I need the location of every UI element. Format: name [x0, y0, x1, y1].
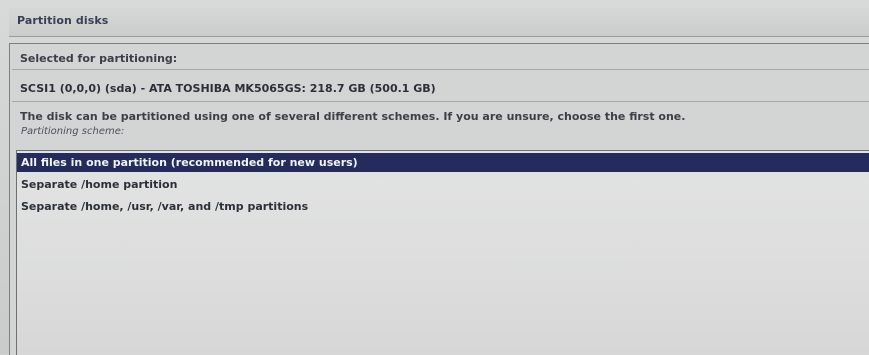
disk-info: SCSI1 (0,0,0) (sda) - ATA TOSHIBA MK5065…	[20, 82, 436, 95]
scheme-option-all-in-one[interactable]: All files in one partition (recommended …	[17, 153, 869, 172]
scheme-option-separate-home-usr-var-tmp[interactable]: Separate /home, /usr, /var, and /tmp par…	[17, 197, 869, 216]
scheme-option-label: Separate /home partition	[21, 178, 178, 191]
scheme-option-label: Separate /home, /usr, /var, and /tmp par…	[21, 200, 309, 213]
description-text: The disk can be partitioned using one of…	[20, 110, 686, 123]
selected-for-partitioning-label: Selected for partitioning:	[20, 52, 178, 65]
partitioning-scheme-label: Partitioning scheme:	[21, 126, 125, 137]
partitioning-scheme-list[interactable]: All files in one partition (recommended …	[16, 150, 869, 355]
scheme-option-label: All files in one partition (recommended …	[21, 156, 358, 169]
separator	[12, 101, 869, 102]
separator	[12, 69, 869, 70]
window-title: Partition disks	[17, 14, 109, 27]
scheme-option-separate-home[interactable]: Separate /home partition	[17, 175, 869, 194]
installer-screen: Partition disks Selected for partitionin…	[0, 0, 869, 355]
title-bar: Partition disks	[9, 8, 869, 37]
